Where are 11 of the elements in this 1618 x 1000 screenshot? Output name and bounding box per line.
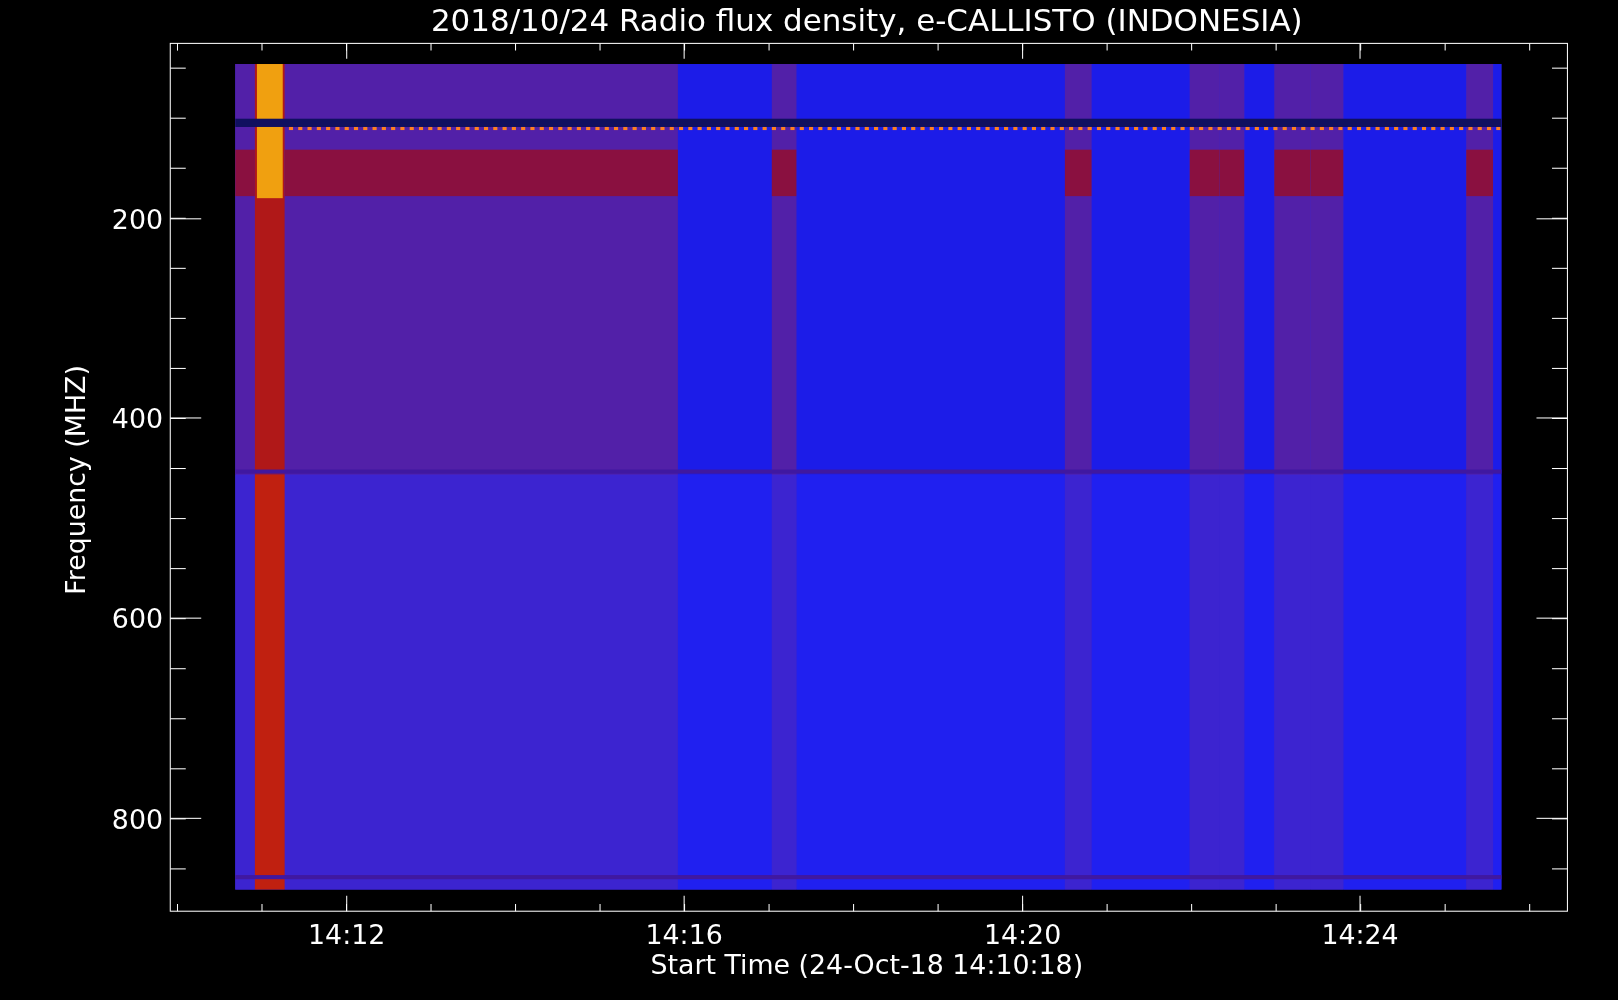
y-tick-label: 400 (111, 403, 164, 435)
x-tick-label: 14:24 (1321, 919, 1399, 951)
y-tick-label: 800 (111, 803, 164, 835)
x-tick-label: 14:16 (645, 919, 723, 951)
x-tick-label: 14:12 (308, 919, 386, 951)
y-tick-label: 600 (111, 603, 164, 635)
y-axis-label: Frequency (MHZ) (59, 365, 91, 595)
chart-title: 2018/10/24 Radio flux density, e-CALLISTO (INDONESIA) (430, 2, 1303, 38)
x-axis-label: Start Time (24-Oct-18 14:10:18) (650, 949, 1084, 981)
x-tick-label: 14:20 (983, 919, 1062, 951)
y-tick-label: 200 (111, 204, 164, 236)
